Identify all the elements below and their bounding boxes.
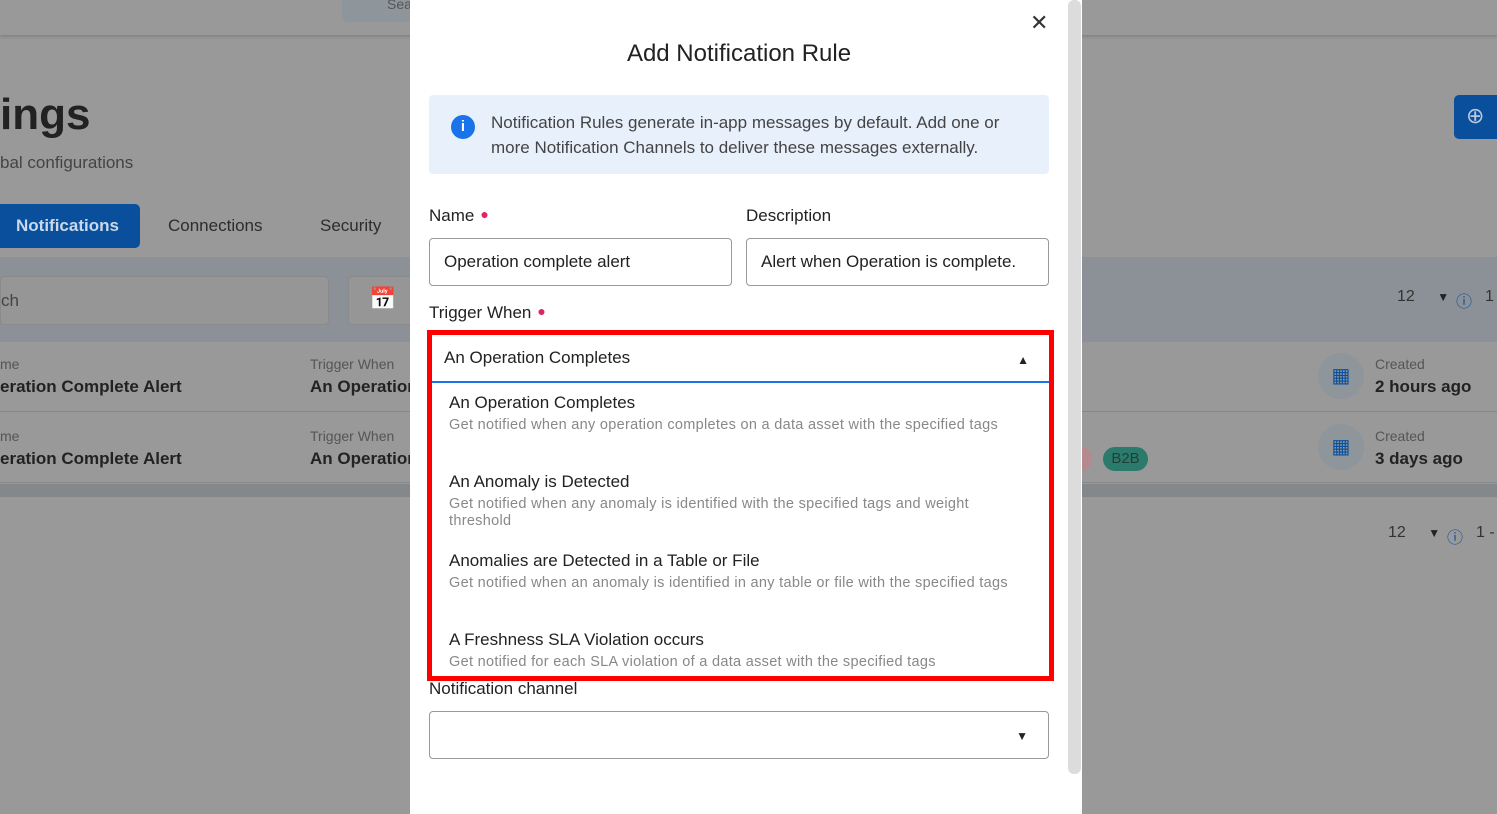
highlight-box [427, 330, 1054, 681]
tab-notifications[interactable]: Notifications [0, 204, 140, 248]
close-icon[interactable]: ✕ [1030, 10, 1048, 36]
tag-badge: B2B [1103, 447, 1148, 471]
created-label: Created [1375, 428, 1425, 444]
name-label: me [0, 428, 20, 444]
search-placeholder: Sea [387, 0, 412, 12]
page-title: ings [0, 90, 91, 139]
trigger-label: Trigger When ● [429, 303, 546, 322]
caret-down-icon: ▼ [1016, 729, 1028, 743]
created-label: Created [1375, 356, 1425, 372]
modal-title: Add Notification Rule [626, 40, 852, 67]
tab-security[interactable]: Security [320, 216, 381, 236]
created-value: 2 hours ago [1375, 377, 1472, 396]
help-icon[interactable]: ⓘ [1456, 288, 1472, 312]
modal-scrollbar[interactable] [1068, 0, 1081, 774]
description-label: Description [746, 206, 832, 225]
name-label: me [0, 356, 20, 372]
page-size-select[interactable]: 12 ▼ [1388, 524, 1440, 542]
trigger-label: Trigger When [310, 356, 395, 372]
info-banner: i Notification Rules generate in-app mes… [429, 95, 1049, 174]
info-text: Notification Rules generate in-app messa… [491, 113, 1000, 157]
name-input[interactable]: Operation complete alert [429, 238, 732, 286]
rule-name: eration Complete Alert [0, 449, 182, 468]
trigger-value: An Operation [310, 377, 418, 396]
page-range: 1 [1485, 288, 1494, 305]
channel-label: Notification channel [429, 679, 578, 698]
created-value: 3 days ago [1375, 449, 1463, 468]
search-input[interactable]: ch [0, 276, 329, 325]
channel-select[interactable]: ▼ [429, 711, 1049, 759]
description-input[interactable]: Alert when Operation is complete. [746, 238, 1049, 286]
info-icon: i [451, 115, 475, 139]
page-range: 1 - [1476, 524, 1495, 541]
calendar-icon: ▦ [1318, 424, 1364, 470]
page-size-select[interactable]: 12 ▼ [1397, 288, 1449, 306]
sort-by-date-button[interactable]: 📅 [348, 276, 418, 325]
rule-name: eration Complete Alert [0, 377, 182, 396]
calendar-icon: ▦ [1318, 353, 1364, 399]
trigger-label: Trigger When [310, 428, 395, 444]
add-button[interactable]: ⊕ [1454, 95, 1497, 139]
name-label: Name ● [429, 206, 489, 225]
help-icon[interactable]: ⓘ [1447, 524, 1463, 548]
page-subtitle: bal configurations [0, 153, 134, 172]
tab-connections[interactable]: Connections [168, 216, 263, 236]
trigger-value: An Operation [310, 449, 418, 468]
